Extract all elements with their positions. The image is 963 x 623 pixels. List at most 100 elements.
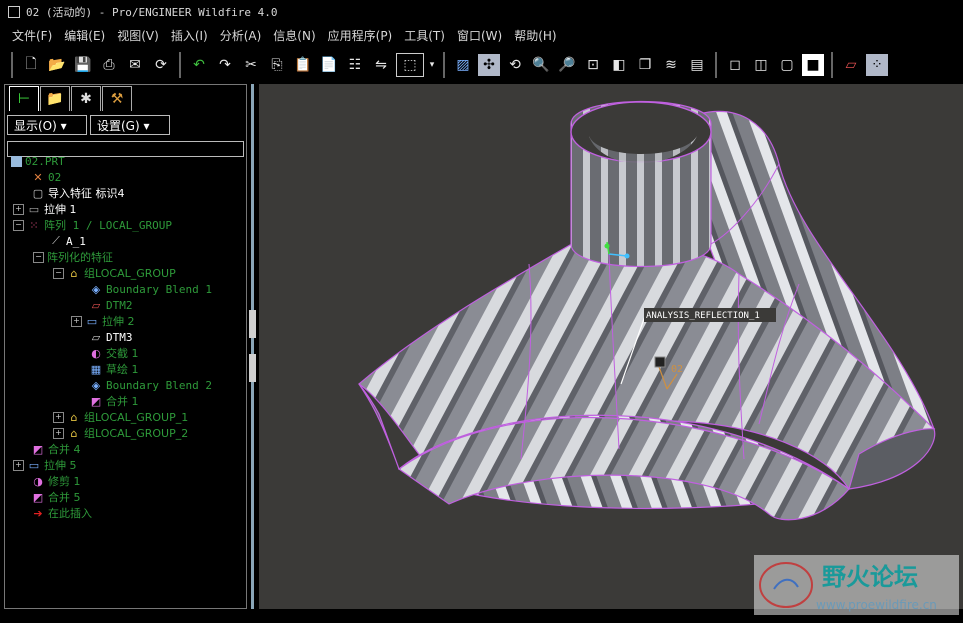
undo-icon[interactable]: ↶ bbox=[188, 54, 210, 76]
tree-item-merge-4[interactable]: ◩ 合并 4 bbox=[31, 441, 81, 457]
model-tree-tab-icon[interactable]: ⊢ bbox=[9, 86, 39, 111]
repaint-icon[interactable]: ▨ bbox=[452, 54, 474, 76]
tree-item-extrude-1[interactable]: + ▭ 拉伸 1 bbox=[13, 201, 77, 217]
merge-icon: ◩ bbox=[32, 442, 44, 456]
favorites-tab-icon[interactable]: ✱ bbox=[71, 86, 101, 111]
tree-item-group-local-2[interactable]: + ⌂ 组LOCAL_GROUP_2 bbox=[53, 425, 188, 441]
paste-icon[interactable]: 📋 bbox=[292, 54, 314, 76]
expand-right-grip[interactable] bbox=[249, 354, 256, 382]
tree-item-extrude-5[interactable]: + ▭ 拉伸 5 bbox=[13, 457, 77, 473]
open-folder-icon[interactable]: 📂 bbox=[46, 54, 68, 76]
datum-plane-display-icon[interactable]: ▱ bbox=[840, 54, 862, 76]
mirror-icon[interactable]: ⇋ bbox=[370, 54, 392, 76]
expand-toggle[interactable]: + bbox=[13, 203, 24, 215]
graphics-window[interactable]: ANALYSIS_REFLECTION_1 02 bbox=[259, 84, 963, 609]
hidden-line-icon[interactable]: ◫ bbox=[750, 54, 772, 76]
tree-item-insert-here[interactable]: ➔ 在此插入 bbox=[31, 505, 92, 521]
collapse-toggle[interactable]: − bbox=[33, 251, 44, 263]
expand-toggle[interactable]: + bbox=[13, 459, 24, 471]
saved-views-icon[interactable]: ❐ bbox=[634, 54, 656, 76]
zoom-out-icon[interactable]: 🔎 bbox=[556, 54, 578, 76]
tree-item-intersect-1[interactable]: ◐ 交截 1 bbox=[89, 345, 138, 361]
tree-item-import[interactable]: ▢ 导入特征 标识4 bbox=[31, 185, 125, 201]
wireframe-icon[interactable]: ◻ bbox=[724, 54, 746, 76]
part-icon bbox=[11, 155, 22, 167]
collapse-left-grip[interactable] bbox=[249, 310, 256, 338]
folder-browser-tab-icon[interactable]: 📁 bbox=[40, 86, 70, 111]
show-dropdown[interactable]: 显示(O) ▾ bbox=[7, 115, 87, 135]
tree-item-root[interactable]: 02.PRT bbox=[11, 153, 65, 169]
menu-insert[interactable]: 插入(I) bbox=[171, 27, 208, 44]
shading-icon[interactable]: ■ bbox=[802, 54, 824, 76]
tree-item-merge-5[interactable]: ◩ 合并 5 bbox=[31, 489, 81, 505]
csys-label[interactable]: 02 bbox=[671, 364, 683, 375]
menu-window[interactable]: 窗口(W) bbox=[457, 27, 502, 44]
datum-plane-icon: ▱ bbox=[91, 298, 101, 312]
tree-item-dtm3[interactable]: ▱ DTM3 bbox=[89, 329, 133, 345]
tree-item-group-local[interactable]: − ⌂ 组LOCAL_GROUP bbox=[53, 265, 176, 281]
tree-item-trim-1[interactable]: ◑ 修剪 1 bbox=[31, 473, 80, 489]
save-icon[interactable]: 💾 bbox=[72, 54, 94, 76]
menu-applications[interactable]: 应用程序(P) bbox=[328, 27, 393, 44]
layers-icon[interactable]: ≋ bbox=[660, 54, 682, 76]
tree-item-csys[interactable]: ✕ 02 bbox=[31, 169, 61, 185]
selection-dropdown-icon[interactable]: ▾ bbox=[428, 54, 436, 76]
tree-item-label: 组LOCAL_GROUP_2 bbox=[84, 427, 189, 440]
tree-item-label: DTM2 bbox=[106, 298, 133, 312]
selection-box-icon[interactable]: ⬚ bbox=[396, 53, 424, 77]
no-hidden-icon[interactable]: ▢ bbox=[776, 54, 798, 76]
send-mail-icon[interactable]: ✉ bbox=[124, 54, 146, 76]
tree-item-boundary-blend-2[interactable]: ◈ Boundary Blend 2 bbox=[89, 377, 212, 393]
tree-item-merge-1[interactable]: ◩ 合并 1 bbox=[89, 393, 139, 409]
regenerate-icon[interactable]: ⟳ bbox=[150, 54, 172, 76]
spin-center-icon[interactable]: ✣ bbox=[478, 54, 500, 76]
pattern-icon: ⁙ bbox=[29, 218, 39, 232]
expand-toggle[interactable]: + bbox=[53, 411, 64, 423]
menu-analysis[interactable]: 分析(A) bbox=[220, 27, 262, 44]
connections-tab-icon[interactable]: ⚒ bbox=[102, 86, 132, 111]
copy-icon[interactable]: ⎘ bbox=[266, 54, 288, 76]
refit-icon[interactable]: ⊡ bbox=[582, 54, 604, 76]
tree-item-patterned-features[interactable]: − 阵列化的特征 bbox=[33, 249, 113, 265]
tree-item-sketch-1[interactable]: ▦ 草绘 1 bbox=[89, 361, 139, 377]
datum-plane-icon: ▱ bbox=[91, 330, 101, 344]
zoom-in-icon[interactable]: 🔍 bbox=[530, 54, 552, 76]
orient-icon[interactable]: ⟲ bbox=[504, 54, 526, 76]
tree-item-a1[interactable]: ⟋ A_1 bbox=[49, 233, 86, 249]
collapse-toggle[interactable]: − bbox=[13, 219, 24, 231]
menu-file[interactable]: 文件(F) bbox=[12, 27, 52, 44]
tree-item-group-local-1[interactable]: + ⌂ 组LOCAL_GROUP_1 bbox=[53, 409, 188, 425]
collapse-toggle[interactable]: − bbox=[53, 267, 64, 279]
import-feature-icon: ▢ bbox=[32, 186, 44, 200]
panel-sash[interactable] bbox=[247, 84, 259, 609]
tree-item-label: Boundary Blend 1 bbox=[106, 282, 212, 296]
view-manager-icon[interactable]: ▤ bbox=[686, 54, 708, 76]
regen-manager-icon[interactable]: ☷ bbox=[344, 54, 366, 76]
cut-icon[interactable]: ✂ bbox=[240, 54, 262, 76]
watermark-logo-svg: 野火论坛 www.proewildfire.cn bbox=[759, 562, 937, 612]
extrude-icon: ▭ bbox=[28, 202, 40, 216]
paste-special-icon[interactable]: 📄 bbox=[318, 54, 340, 76]
tree-item-label: 拉伸 5 bbox=[44, 459, 77, 472]
menu-view[interactable]: 视图(V) bbox=[117, 27, 159, 44]
new-file-icon[interactable]: 🗋 bbox=[20, 54, 42, 76]
tree-item-pattern-1[interactable]: − ⁙ 阵列 1 / LOCAL_GROUP bbox=[13, 217, 172, 233]
expand-toggle[interactable]: + bbox=[53, 427, 64, 439]
reorient-icon[interactable]: ◧ bbox=[608, 54, 630, 76]
tree-item-boundary-blend-1[interactable]: ◈ Boundary Blend 1 bbox=[89, 281, 212, 297]
menu-info[interactable]: 信息(N) bbox=[273, 27, 315, 44]
expand-toggle[interactable]: + bbox=[71, 315, 82, 327]
tree-item-label: 合并 1 bbox=[106, 395, 139, 408]
merge-icon: ◩ bbox=[90, 394, 102, 408]
menu-edit[interactable]: 编辑(E) bbox=[64, 27, 105, 44]
tree-item-extrude-2[interactable]: + ▭ 拉伸 2 bbox=[71, 313, 135, 329]
print-icon[interactable]: ⎙ bbox=[98, 54, 120, 76]
analysis-label[interactable]: ANALYSIS_REFLECTION_1 bbox=[646, 311, 760, 321]
settings-dropdown[interactable]: 设置(G) ▾ bbox=[90, 115, 170, 135]
group-icon: ⌂ bbox=[70, 426, 78, 440]
menu-tools[interactable]: 工具(T) bbox=[404, 27, 445, 44]
tree-item-dtm2[interactable]: ▱ DTM2 bbox=[89, 297, 133, 313]
redo-icon[interactable]: ↷ bbox=[214, 54, 236, 76]
menu-help[interactable]: 帮助(H) bbox=[514, 27, 556, 44]
datum-axis-display-icon[interactable]: ⁘ bbox=[866, 54, 888, 76]
